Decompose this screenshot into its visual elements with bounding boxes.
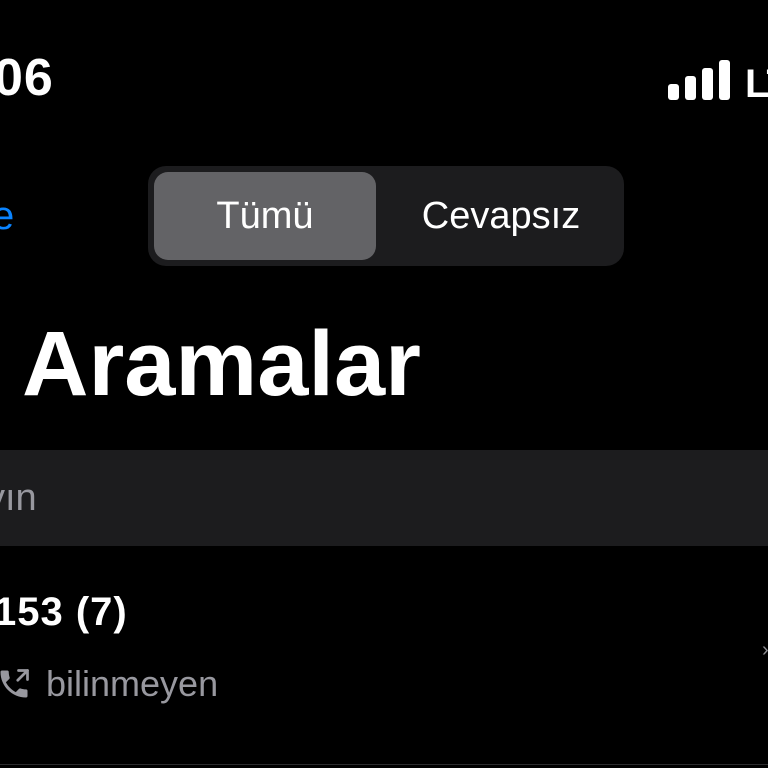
segment-all[interactable]: Tümü — [154, 166, 376, 266]
segment-missed[interactable]: Cevapsız — [384, 166, 618, 266]
call-info-edge-icon[interactable]: › — [762, 640, 768, 660]
cellular-signal-icon — [668, 60, 730, 100]
phone-outgoing-icon — [0, 666, 32, 702]
network-type-label: LT — [745, 62, 768, 106]
call-type-label: bilinmeyen — [46, 663, 219, 704]
search-bar — [0, 450, 768, 546]
edit-button[interactable]: e — [0, 196, 14, 236]
calls-filter-segmented-control: Tümü Cevapsız — [148, 166, 624, 266]
status-time: 06 — [0, 49, 54, 107]
search-input[interactable] — [0, 450, 686, 546]
call-number: 153 (7) — [0, 590, 128, 634]
row-divider — [0, 764, 768, 765]
page-title: Aramalar — [22, 313, 421, 415]
